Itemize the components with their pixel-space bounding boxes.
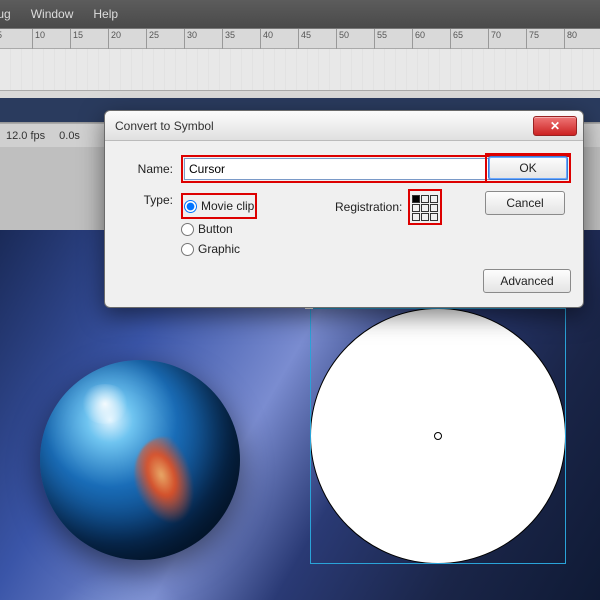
ruler-tick: 20 [108,29,121,49]
menu-debug[interactable]: ebug [0,7,11,21]
radio-graphic-label: Graphic [198,242,240,256]
registration-grid[interactable] [411,194,439,222]
ruler-tick: 75 [526,29,539,49]
menu-bar: ebug Window Help [0,0,600,28]
reg-point-tl[interactable] [412,195,420,203]
timeline-ruler[interactable]: 5 10 15 20 25 30 35 40 45 50 55 60 65 70 75 80 [0,29,600,49]
radio-movie-clip[interactable]: Movie clip [184,196,254,216]
ruler-tick: 15 [70,29,83,49]
dialog-body: Name: Type: Movie clip Button [105,141,583,307]
name-label: Name: [117,162,173,176]
selection-box[interactable]: + [310,308,566,564]
reg-point-mr[interactable] [430,204,438,212]
close-icon: ✕ [550,119,560,133]
close-button[interactable]: ✕ [533,116,577,136]
type-label: Type: [117,193,173,207]
reg-point-mc[interactable] [421,204,429,212]
ruler-tick: 50 [336,29,349,49]
ok-button[interactable]: OK [488,156,568,180]
reg-point-tc[interactable] [421,195,429,203]
cancel-button[interactable]: Cancel [485,191,565,215]
ruler-tick: 10 [32,29,45,49]
ruler-tick: 70 [488,29,501,49]
fps-display: 12.0 fps [6,130,45,142]
reg-point-bc[interactable] [421,213,429,221]
radio-graphic[interactable]: Graphic [181,239,257,259]
ruler-tick: 40 [260,29,273,49]
timeline-frames[interactable] [0,49,600,91]
ruler-tick: 5 [0,29,2,49]
convert-to-symbol-dialog: Convert to Symbol ✕ Name: Type: Movie cl… [104,110,584,308]
ruler-tick: 60 [412,29,425,49]
radio-button-input[interactable] [181,223,194,236]
elapsed-display: 0.0s [59,130,80,142]
dialog-titlebar[interactable]: Convert to Symbol ✕ [105,111,583,141]
reg-point-br[interactable] [430,213,438,221]
reg-point-ml[interactable] [412,204,420,212]
marble-image [40,360,240,560]
radio-movie-clip-input[interactable] [184,200,197,213]
dialog-title: Convert to Symbol [115,119,533,133]
registration-label: Registration: [335,200,402,214]
ruler-tick: 30 [184,29,197,49]
ruler-tick: 25 [146,29,159,49]
ruler-tick: 35 [222,29,235,49]
advanced-button[interactable]: Advanced [483,269,571,293]
ruler-tick: 65 [450,29,463,49]
timeline-panel: 5 10 15 20 25 30 35 40 45 50 55 60 65 70 75 80 [0,28,600,98]
radio-button-label: Button [198,222,233,236]
reg-point-tr[interactable] [430,195,438,203]
reg-point-bl[interactable] [412,213,420,221]
radio-graphic-input[interactable] [181,243,194,256]
menu-help[interactable]: Help [93,7,118,21]
radio-movie-clip-label: Movie clip [201,199,254,213]
menu-window[interactable]: Window [31,7,74,21]
ruler-tick: 45 [298,29,311,49]
ruler-tick: 55 [374,29,387,49]
ruler-tick: 80 [564,29,577,49]
radio-button[interactable]: Button [181,219,257,239]
